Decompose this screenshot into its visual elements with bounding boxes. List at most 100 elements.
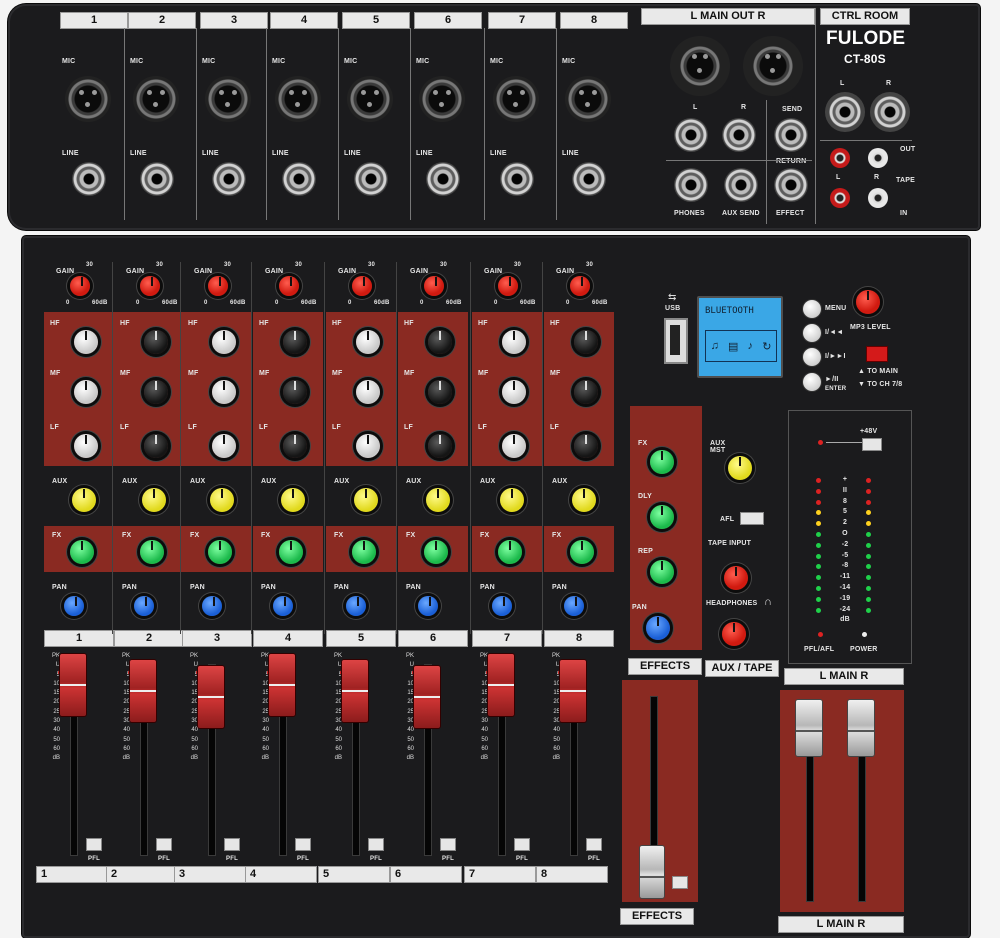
line-jack-input[interactable] bbox=[72, 162, 106, 196]
phones-jack[interactable] bbox=[674, 168, 708, 202]
fx-send-knob[interactable] bbox=[208, 540, 232, 564]
hf-eq-knob[interactable] bbox=[574, 330, 598, 354]
fx-send-knob[interactable] bbox=[498, 540, 522, 564]
phantom-button[interactable] bbox=[862, 438, 882, 451]
afl-button[interactable] bbox=[740, 512, 764, 525]
effects-pan-knob[interactable] bbox=[646, 616, 670, 640]
tape-out-r-rca[interactable] bbox=[868, 148, 888, 168]
pfl-button[interactable] bbox=[156, 838, 172, 851]
headphones-knob[interactable] bbox=[722, 622, 746, 646]
main-out-r-xlr[interactable] bbox=[743, 36, 803, 96]
ctrl-room-r-jack[interactable] bbox=[870, 92, 910, 132]
pfl-button[interactable] bbox=[586, 838, 602, 851]
gain-knob[interactable] bbox=[570, 276, 590, 296]
lf-eq-knob[interactable] bbox=[74, 434, 98, 458]
effects-dly-knob[interactable] bbox=[650, 505, 674, 529]
mf-eq-knob[interactable] bbox=[428, 380, 452, 404]
mf-eq-knob[interactable] bbox=[283, 380, 307, 404]
pan-knob[interactable] bbox=[202, 596, 222, 616]
tape-out-l-rca[interactable] bbox=[830, 148, 850, 168]
tape-in-l-rca[interactable] bbox=[830, 188, 850, 208]
pan-knob[interactable] bbox=[346, 596, 366, 616]
pfl-button[interactable] bbox=[514, 838, 530, 851]
lf-eq-knob[interactable] bbox=[502, 434, 526, 458]
next-button[interactable] bbox=[803, 348, 821, 366]
pan-knob[interactable] bbox=[564, 596, 584, 616]
pfl-button[interactable] bbox=[368, 838, 384, 851]
hf-eq-knob[interactable] bbox=[356, 330, 380, 354]
aux-knob[interactable] bbox=[500, 488, 524, 512]
mic-xlr-input[interactable] bbox=[275, 76, 321, 122]
mic-xlr-input[interactable] bbox=[133, 76, 179, 122]
aux-knob[interactable] bbox=[142, 488, 166, 512]
channel-fader-handle[interactable] bbox=[60, 654, 86, 716]
lf-eq-knob[interactable] bbox=[144, 434, 168, 458]
mf-eq-knob[interactable] bbox=[144, 380, 168, 404]
fx-send-knob[interactable] bbox=[352, 540, 376, 564]
hf-eq-knob[interactable] bbox=[74, 330, 98, 354]
usb-port[interactable] bbox=[664, 318, 688, 364]
lf-eq-knob[interactable] bbox=[283, 434, 307, 458]
aux-knob[interactable] bbox=[354, 488, 378, 512]
line-jack-input[interactable] bbox=[572, 162, 606, 196]
mic-xlr-input[interactable] bbox=[65, 76, 111, 122]
mic-xlr-input[interactable] bbox=[347, 76, 393, 122]
pan-knob[interactable] bbox=[418, 596, 438, 616]
mf-eq-knob[interactable] bbox=[212, 380, 236, 404]
gain-knob[interactable] bbox=[424, 276, 444, 296]
mp3-route-switch[interactable] bbox=[866, 346, 888, 362]
tape-in-r-rca[interactable] bbox=[868, 188, 888, 208]
channel-fader-handle[interactable] bbox=[198, 666, 224, 728]
aux-send-jack[interactable] bbox=[724, 168, 758, 202]
tape-input-knob[interactable] bbox=[724, 566, 748, 590]
return-jack[interactable] bbox=[774, 168, 808, 202]
hf-eq-knob[interactable] bbox=[283, 330, 307, 354]
main-fader-r-handle[interactable] bbox=[848, 700, 874, 756]
mf-eq-knob[interactable] bbox=[356, 380, 380, 404]
line-jack-input[interactable] bbox=[354, 162, 388, 196]
line-jack-input[interactable] bbox=[282, 162, 316, 196]
channel-fader-handle[interactable] bbox=[130, 660, 156, 722]
lf-eq-knob[interactable] bbox=[428, 434, 452, 458]
line-jack-input[interactable] bbox=[140, 162, 174, 196]
mp3-level-knob[interactable] bbox=[856, 290, 880, 314]
hf-eq-knob[interactable] bbox=[428, 330, 452, 354]
main-r-jack[interactable] bbox=[722, 118, 756, 152]
aux-master-knob[interactable] bbox=[728, 456, 752, 480]
pan-knob[interactable] bbox=[273, 596, 293, 616]
menu-button[interactable] bbox=[803, 300, 821, 318]
ctrl-room-l-jack[interactable] bbox=[825, 92, 865, 132]
effects-fx-knob[interactable] bbox=[650, 450, 674, 474]
effects-pfl-button[interactable] bbox=[672, 876, 688, 889]
channel-fader-handle[interactable] bbox=[560, 660, 586, 722]
main-fader-l-handle[interactable] bbox=[796, 700, 822, 756]
aux-knob[interactable] bbox=[72, 488, 96, 512]
effects-rep-knob[interactable] bbox=[650, 560, 674, 584]
prev-button[interactable] bbox=[803, 324, 821, 342]
mf-eq-knob[interactable] bbox=[574, 380, 598, 404]
effects-fader-handle[interactable] bbox=[640, 846, 664, 898]
fx-send-knob[interactable] bbox=[570, 540, 594, 564]
hf-eq-knob[interactable] bbox=[212, 330, 236, 354]
gain-knob[interactable] bbox=[352, 276, 372, 296]
fx-send-knob[interactable] bbox=[70, 540, 94, 564]
channel-fader-handle[interactable] bbox=[488, 654, 514, 716]
mf-eq-knob[interactable] bbox=[502, 380, 526, 404]
channel-fader-handle[interactable] bbox=[414, 666, 440, 728]
pan-knob[interactable] bbox=[134, 596, 154, 616]
lf-eq-knob[interactable] bbox=[356, 434, 380, 458]
channel-fader-handle[interactable] bbox=[269, 654, 295, 716]
mic-xlr-input[interactable] bbox=[205, 76, 251, 122]
gain-knob[interactable] bbox=[140, 276, 160, 296]
fx-send-knob[interactable] bbox=[140, 540, 164, 564]
gain-knob[interactable] bbox=[70, 276, 90, 296]
aux-knob[interactable] bbox=[210, 488, 234, 512]
aux-knob[interactable] bbox=[281, 488, 305, 512]
lf-eq-knob[interactable] bbox=[574, 434, 598, 458]
pfl-button[interactable] bbox=[440, 838, 456, 851]
mf-eq-knob[interactable] bbox=[74, 380, 98, 404]
gain-knob[interactable] bbox=[208, 276, 228, 296]
pfl-button[interactable] bbox=[224, 838, 240, 851]
pan-knob[interactable] bbox=[64, 596, 84, 616]
mic-xlr-input[interactable] bbox=[565, 76, 611, 122]
